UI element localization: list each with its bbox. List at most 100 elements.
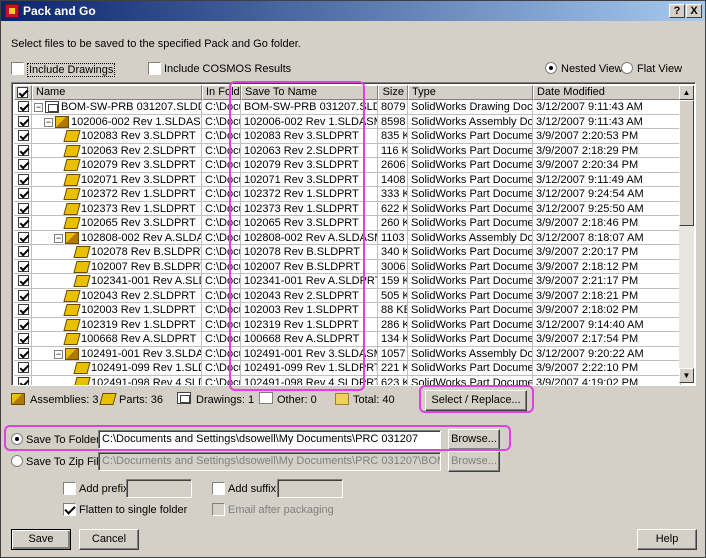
flat-view-label: Flat View (637, 63, 683, 75)
row-date-modified: 3/9/2007 2:17:54 PM (533, 332, 681, 347)
header-type[interactable]: Type (408, 85, 533, 100)
row-checkbox[interactable] (18, 260, 29, 272)
part-icon (63, 217, 81, 229)
nested-view-radio[interactable] (545, 62, 557, 74)
row-name-cell: 102043 Rev 2.SLDPRT (32, 288, 202, 303)
row-type: SolidWorks Part Document (408, 361, 533, 376)
row-type: SolidWorks Assembly Document (408, 346, 533, 361)
row-size: 835 KB (378, 129, 408, 144)
table-scrollbar[interactable]: ▲ ▼ (679, 85, 694, 383)
collapse-icon[interactable]: − (44, 117, 53, 127)
row-name-cell: 100668 Rev A.SLDPRT (32, 332, 202, 347)
save-button[interactable]: Save (11, 529, 71, 550)
row-name-text: 102341-001 Rev A.SLDPRT (91, 275, 201, 287)
row-name-text: 102006-002 Rev 1.SLDASM (71, 115, 202, 128)
row-checkbox[interactable] (18, 188, 29, 199)
email-checkbox[interactable] (212, 503, 225, 516)
part-icon (63, 144, 81, 157)
row-check-cell (14, 143, 32, 158)
collapse-icon[interactable]: − (54, 349, 63, 359)
save-to-zip-radio[interactable] (11, 455, 23, 467)
row-name-cell: − BOM-SW-PRB 031207.SLDDRW (32, 100, 202, 115)
add-suffix-checkbox[interactable] (212, 482, 225, 495)
row-checkbox[interactable] (18, 347, 29, 359)
row-date-modified: 3/9/2007 2:20:17 PM (533, 245, 681, 260)
add-prefix-checkbox[interactable] (63, 482, 76, 495)
row-check-cell (14, 187, 32, 202)
header-size[interactable]: Size (378, 85, 408, 100)
row-checkbox[interactable] (18, 289, 29, 301)
cancel-button[interactable]: Cancel (79, 529, 139, 550)
pack-and-go-dialog: Pack and Go ? X Select files to be saved… (0, 0, 706, 558)
row-date-modified: 3/12/2007 9:11:43 AM (533, 114, 681, 129)
row-date-modified: 3/12/2007 9:14:40 AM (533, 317, 681, 332)
row-checkbox[interactable] (18, 246, 29, 257)
row-checkbox[interactable] (18, 333, 29, 344)
part-icon (63, 159, 81, 171)
row-name-text: 102071 Rev 3.SLDPRT (81, 173, 196, 186)
row-name-cell: 102065 Rev 3.SLDPRT (32, 216, 202, 231)
row-check-cell (14, 201, 32, 216)
row-checkbox[interactable] (18, 318, 29, 330)
row-checkbox[interactable] (18, 173, 29, 185)
prefix-field[interactable] (126, 479, 192, 498)
scroll-up-icon[interactable]: ▲ (679, 85, 694, 100)
check-all-checkbox[interactable] (17, 87, 28, 98)
scroll-thumb[interactable] (679, 100, 694, 226)
row-name-cell: 102373 Rev 1.SLDPRT (32, 201, 202, 216)
scroll-down-icon[interactable]: ▼ (679, 368, 694, 383)
save-to-name-highlight (229, 81, 365, 391)
header-name[interactable]: Name (32, 85, 202, 100)
part-icon (73, 362, 91, 374)
total-count: Total: 40 (353, 394, 395, 406)
part-icon (63, 173, 81, 186)
row-checkbox[interactable] (18, 376, 29, 385)
header-date-modified[interactable]: Date Modified (533, 85, 681, 100)
part-icon (73, 246, 91, 258)
row-size: 2606 K (378, 158, 408, 173)
row-check-cell (14, 158, 32, 173)
row-name-text: 102491-001 Rev 3.SLDASM (81, 347, 202, 360)
row-checkbox[interactable] (18, 101, 29, 112)
row-checkbox[interactable] (18, 115, 29, 127)
drawings-count: Drawings: 1 (196, 394, 255, 406)
row-name-text: 100668 Rev A.SLDPRT (81, 333, 197, 345)
row-size: 116 KB (378, 143, 408, 158)
row-check-cell (14, 375, 32, 385)
browse-zip-button[interactable]: Browse... (448, 451, 500, 472)
include-cosmos-checkbox[interactable] (148, 62, 161, 75)
row-size: 134 KB (378, 332, 408, 347)
row-name-text: 102491-098 Rev 4.SLDPRT (91, 376, 201, 386)
row-checkbox[interactable] (18, 231, 29, 243)
row-checkbox[interactable] (18, 217, 29, 228)
flatten-checkbox[interactable] (63, 503, 76, 516)
flat-view-radio[interactable] (621, 62, 633, 74)
row-checkbox[interactable] (18, 362, 29, 373)
row-name-cell: 102079 Rev 3.SLDPRT (32, 158, 202, 173)
include-drawings-checkbox[interactable] (11, 62, 24, 75)
row-checkbox[interactable] (18, 130, 29, 141)
row-checkbox[interactable] (18, 159, 29, 170)
assembly-icon (55, 115, 69, 128)
suffix-field[interactable] (277, 479, 343, 498)
row-checkbox[interactable] (18, 275, 29, 286)
collapse-icon[interactable]: − (34, 103, 43, 112)
row-size: 1057 K (378, 346, 408, 361)
row-size: 622 KB (378, 201, 408, 216)
row-checkbox[interactable] (18, 304, 29, 315)
row-size: 3006 K (378, 259, 408, 274)
header-check-all[interactable] (14, 85, 32, 100)
save-to-zip-field[interactable]: C:\Documents and Settings\dsowell\My Doc… (98, 452, 441, 471)
row-name-cell: − 102808-002 Rev A.SLDASM (32, 230, 202, 245)
row-checkbox[interactable] (18, 202, 29, 214)
help-button[interactable]: Help (637, 529, 697, 550)
other-icon (259, 392, 273, 404)
row-name-cell: 102491-098 Rev 4.SLDPRT (32, 375, 202, 386)
row-type: SolidWorks Part Document (408, 288, 533, 303)
help-title-button[interactable]: ? (669, 4, 685, 18)
row-checkbox[interactable] (18, 144, 29, 156)
close-title-button[interactable]: X (686, 4, 702, 18)
collapse-icon[interactable]: − (54, 233, 63, 243)
row-type: SolidWorks Part Document (408, 274, 533, 289)
row-name-text: 102079 Rev 3.SLDPRT (81, 159, 196, 171)
